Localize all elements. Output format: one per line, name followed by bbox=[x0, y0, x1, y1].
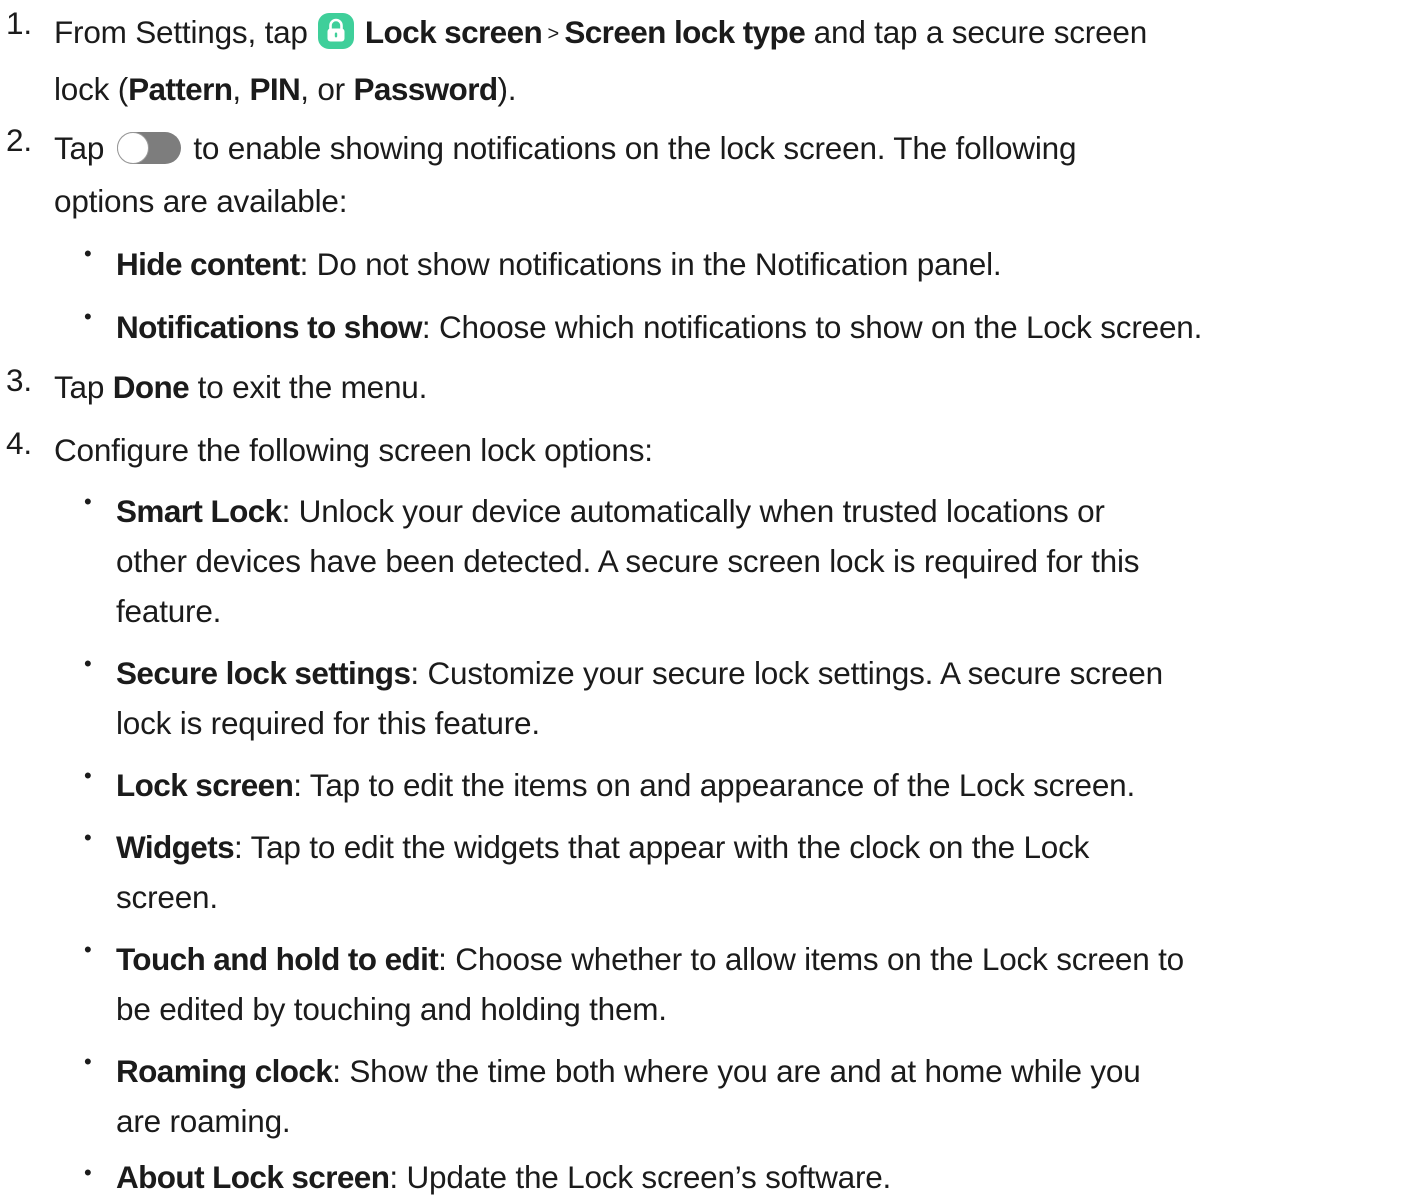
step-number: 1. bbox=[6, 5, 32, 41]
toggle-knob bbox=[116, 132, 149, 164]
button-done-reference: Done bbox=[112, 369, 190, 405]
step-text: Configure the following screen lock opti… bbox=[54, 432, 653, 468]
step-number: 3. bbox=[6, 362, 32, 398]
menu-path-lock-screen: Lock screen bbox=[364, 14, 543, 50]
bullet-icon: • bbox=[84, 825, 92, 850]
bullet-item: Hide content: Do not show notifications … bbox=[116, 246, 1002, 282]
bullet-item: Widgets: Tap to edit the widgets that ap… bbox=[116, 829, 1090, 915]
option-password: Password bbox=[353, 71, 498, 107]
bullet-icon: • bbox=[84, 241, 92, 266]
toggle-off-icon bbox=[116, 132, 181, 164]
term-hide-content: Hide content bbox=[116, 246, 300, 282]
term-widgets: Widgets bbox=[116, 829, 235, 865]
bullet-icon: • bbox=[84, 1160, 92, 1185]
bullet-item: Lock screen: Tap to edit the items on an… bbox=[116, 767, 1136, 803]
option-pattern: Pattern bbox=[128, 71, 233, 107]
bullet-icon: • bbox=[84, 1049, 92, 1074]
term-notifications-to-show: Notifications to show bbox=[116, 309, 423, 345]
term-about-lock-screen: About Lock screen bbox=[116, 1159, 390, 1195]
bullet-item: Roaming clock: Show the time both where … bbox=[116, 1053, 1141, 1139]
bullet-item: About Lock screen: Update the Lock scree… bbox=[116, 1159, 892, 1195]
bullet-item: Smart Lock: Unlock your device automatic… bbox=[116, 493, 1140, 629]
option-pin: PIN bbox=[249, 71, 301, 107]
bullet-icon: • bbox=[84, 937, 92, 962]
step-text: Tap to enable showing notifications on t… bbox=[54, 130, 1077, 219]
bullet-icon: • bbox=[84, 304, 92, 329]
step-text: From Settings, tap Lock screen > Screen … bbox=[54, 13, 1148, 107]
term-smart-lock: Smart Lock bbox=[116, 493, 282, 529]
bullet-item: Secure lock settings: Customize your sec… bbox=[116, 655, 1163, 741]
bullet-icon: • bbox=[84, 489, 92, 514]
step-number: 2. bbox=[6, 122, 32, 158]
step-text: Tap Done to exit the menu. bbox=[54, 369, 428, 405]
term-secure-lock-settings: Secure lock settings bbox=[116, 655, 411, 691]
bullet-item: Touch and hold to edit: Choose whether t… bbox=[116, 941, 1184, 1027]
term-roaming-clock: Roaming clock bbox=[116, 1053, 333, 1089]
lock-icon bbox=[318, 13, 355, 49]
bullet-icon: • bbox=[84, 651, 92, 676]
term-touch-and-hold-to-edit: Touch and hold to edit bbox=[116, 941, 439, 977]
term-lock-screen: Lock screen bbox=[116, 767, 294, 803]
step-number: 4. bbox=[6, 425, 32, 461]
menu-path-screen-lock-type: Screen lock type bbox=[564, 14, 806, 50]
bullet-item: Notifications to show: Choose which noti… bbox=[116, 309, 1203, 345]
bullet-icon: • bbox=[84, 763, 92, 788]
